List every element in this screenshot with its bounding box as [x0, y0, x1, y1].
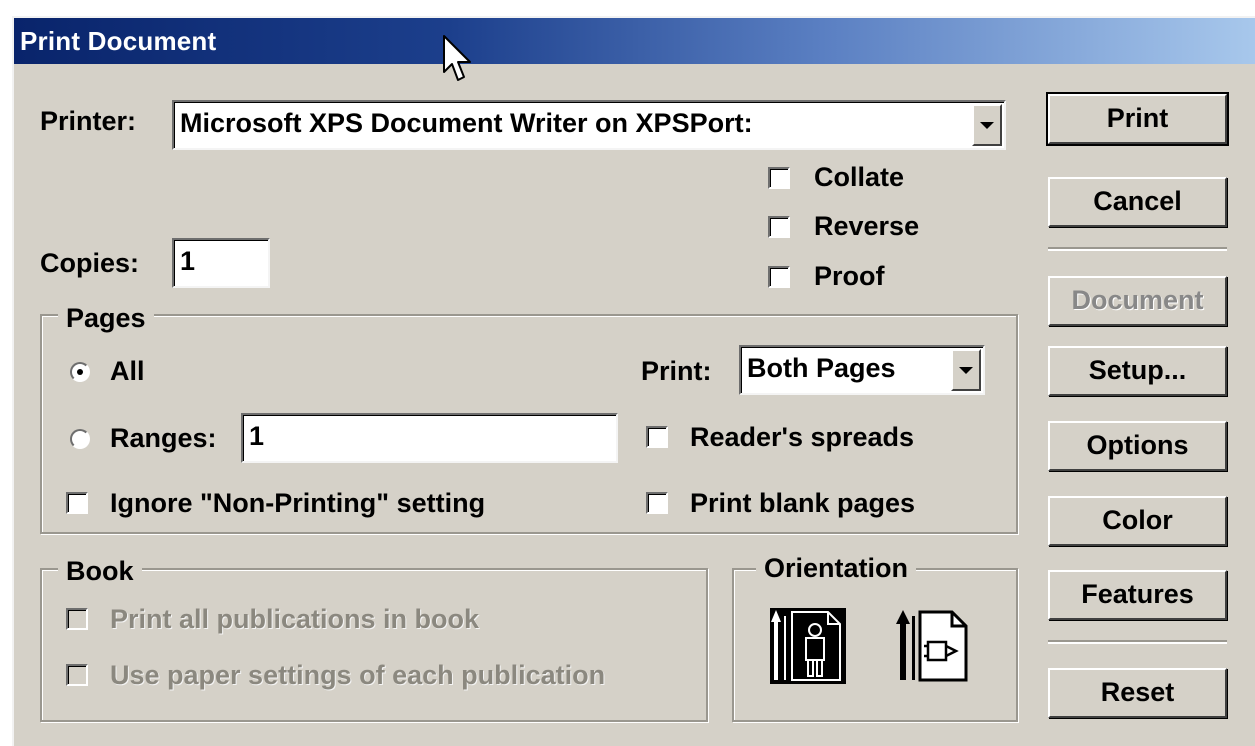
printer-value: Microsoft XPS Document Writer on XPSPort… [180, 108, 753, 138]
ranges-value: 1 [249, 421, 265, 451]
reset-button[interactable]: Reset [1048, 668, 1227, 718]
book-legend: Book [58, 556, 142, 586]
setup-button[interactable]: Setup... [1048, 346, 1227, 396]
button-separator [1048, 640, 1227, 644]
ranges-label: Ranges: [110, 423, 217, 453]
collate-checkbox[interactable] [768, 167, 790, 189]
landscape-orientation-icon[interactable] [896, 608, 972, 684]
reverse-label: Reverse [814, 211, 920, 241]
all-pages-label: All [110, 356, 145, 386]
mouse-pointer-icon [443, 35, 471, 81]
proof-label: Proof [814, 261, 885, 291]
printer-select[interactable]: Microsoft XPS Document Writer on XPSPort… [172, 100, 1006, 150]
color-button[interactable]: Color [1048, 496, 1227, 546]
printer-label: Printer: [40, 106, 137, 136]
print-pages-select[interactable]: Both Pages [739, 345, 985, 395]
options-button[interactable]: Options [1048, 421, 1227, 471]
copies-label: Copies: [40, 248, 140, 278]
print-blank-pages-label: Print blank pages [690, 488, 916, 518]
readers-spreads-label: Reader's spreads [690, 422, 915, 452]
copies-value: 1 [180, 246, 196, 276]
use-paper-settings-label: Use paper settings of each publication [110, 660, 606, 690]
use-paper-settings-checkbox[interactable] [66, 664, 88, 686]
print-blank-pages-checkbox[interactable] [646, 492, 668, 514]
print-pages-value: Both Pages [747, 353, 896, 383]
ignore-nonprinting-label: Ignore "Non-Printing" setting [110, 488, 486, 518]
readers-spreads-checkbox[interactable] [646, 426, 668, 448]
document-button[interactable]: Document [1048, 276, 1227, 326]
print-all-publications-label: Print all publications in book [110, 604, 480, 634]
proof-checkbox[interactable] [768, 266, 790, 288]
orientation-legend: Orientation [756, 553, 917, 583]
ranges-input[interactable]: 1 [241, 413, 618, 463]
ranges-radio[interactable] [70, 429, 90, 449]
print-pages-dropdown-arrow-icon[interactable] [951, 349, 981, 391]
features-button[interactable]: Features [1048, 570, 1227, 620]
button-separator [1048, 247, 1227, 251]
print-document-dialog: Print Document Printer: Microsoft XPS Do… [12, 16, 1255, 746]
all-pages-radio[interactable] [70, 362, 90, 382]
print-select-label: Print: [641, 356, 712, 386]
reverse-checkbox[interactable] [768, 216, 790, 238]
ignore-nonprinting-checkbox[interactable] [66, 492, 88, 514]
portrait-orientation-icon[interactable] [770, 608, 846, 684]
cancel-button[interactable]: Cancel [1048, 177, 1227, 227]
copies-input[interactable]: 1 [172, 238, 270, 288]
collate-label: Collate [814, 162, 905, 192]
dialog-title: Print Document [20, 26, 217, 56]
book-group [40, 568, 708, 722]
print-button[interactable]: Print [1046, 92, 1229, 146]
title-bar[interactable]: Print Document [14, 18, 1255, 64]
pages-legend: Pages [58, 303, 154, 333]
print-all-publications-checkbox[interactable] [66, 608, 88, 630]
printer-dropdown-arrow-icon[interactable] [972, 104, 1002, 146]
